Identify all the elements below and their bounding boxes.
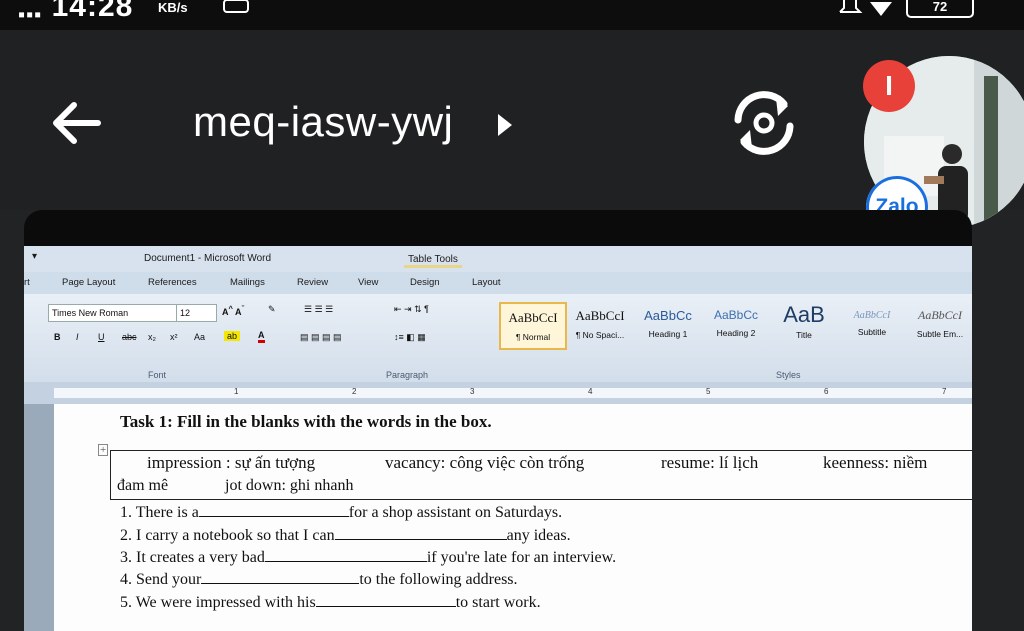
ruler-mark-4: 4 — [588, 387, 593, 396]
blank-3[interactable] — [264, 561, 427, 562]
question-4: 4. Send your to the following address. — [120, 571, 518, 588]
image-icon — [223, 0, 249, 13]
shared-screen: ▾ Document1 - Microsoft Word Table Tools… — [24, 210, 972, 631]
style-no-spacing[interactable]: AaBbCcI ¶ No Spaci... — [568, 302, 632, 346]
font-group-label: Font — [148, 370, 167, 380]
align-buttons[interactable]: ▤ ▤ ▤ ▤ — [300, 332, 342, 343]
switch-camera-icon[interactable] — [728, 90, 800, 156]
ruler-track — [54, 388, 972, 398]
window-title: Document1 - Microsoft Word — [144, 253, 272, 264]
notifications-off-icon — [839, 0, 863, 13]
ruler-mark-7: 7 — [942, 387, 947, 396]
style-subtle-emphasis[interactable]: AaBbCcI Subtle Em... — [908, 302, 972, 346]
table-tools-label: Table Tools — [404, 254, 462, 268]
ruler-mark-5: 5 — [706, 387, 711, 396]
ruler[interactable]: 1 2 3 4 5 6 7 — [24, 382, 972, 404]
blank-5[interactable] — [315, 606, 456, 607]
ruler-mark-1: 1 — [234, 387, 239, 396]
blank-4[interactable] — [201, 583, 360, 584]
question-2: 2. I carry a notebook so that I can any i… — [120, 527, 571, 544]
strikethrough-button[interactable]: abc — [122, 332, 137, 342]
quick-access-icon[interactable]: ▾ — [32, 251, 37, 262]
document-area: Task 1: Fill in the blanks with the word… — [24, 404, 972, 631]
style-heading-2[interactable]: AaBbCc Heading 2 — [704, 302, 768, 346]
tab-review[interactable]: Review — [297, 277, 328, 288]
back-arrow-icon[interactable] — [48, 95, 104, 151]
change-case-button[interactable]: Aa — [194, 332, 205, 342]
style-heading-1[interactable]: AaBbCc Heading 1 — [636, 302, 700, 346]
ribbon-tabs: rt Page Layout References Mailings Revie… — [24, 272, 972, 294]
blank-2[interactable] — [334, 539, 507, 540]
indent-icon[interactable]: ⇤ ⇥ ⇅ ¶ — [394, 304, 429, 315]
vocab-resume: resume: lí lịch — [661, 453, 759, 472]
italic-button[interactable]: I — [76, 332, 79, 342]
clear-format-icon[interactable]: ✎ — [268, 304, 276, 315]
battery-icon: 72 — [906, 0, 974, 18]
highlight-icon[interactable]: ab — [224, 331, 241, 341]
ruler-mark-6: 6 — [824, 387, 829, 396]
ruler-mark-3: 3 — [470, 387, 475, 396]
tab-mailings[interactable]: Mailings — [230, 277, 265, 288]
vocab-keenness: keenness: niềm — [823, 453, 928, 472]
font-name-value: Times New Roman — [52, 308, 129, 318]
grow-font-icon[interactable]: A^ Aˇ — [222, 304, 244, 317]
question-1: 1. There is a for a shop assistant on Sat… — [120, 504, 563, 521]
tab-insert[interactable]: rt — [24, 277, 30, 288]
style-title[interactable]: AaB Title — [772, 302, 836, 346]
meeting-code-title[interactable]: meq-iasw-ywj — [193, 98, 453, 146]
wifi-icon — [870, 2, 892, 16]
tab-design[interactable]: Design — [410, 277, 440, 288]
bullets-icon[interactable]: ☰ ☰ ☰ — [304, 304, 333, 315]
line-spacing-icon[interactable]: ↕≡ ◧ ▦ — [394, 332, 426, 343]
vocab-jot-down: jot down: ghi nhanh — [225, 477, 354, 494]
font-size-value: 12 — [180, 308, 191, 318]
font-size-box[interactable]: 12 — [176, 304, 217, 322]
participant-badge: I — [863, 60, 915, 112]
signal-time: ▪▪▪ 14:28 — [18, 0, 134, 26]
style-subtitle[interactable]: AaBbCcI Subtitle — [840, 302, 904, 346]
subscript-button[interactable]: x₂ — [148, 332, 156, 342]
question-5: 5. We were impressed with his to start wo… — [120, 594, 541, 611]
word-box-table[interactable]: impression : sự ấn tượng vacancy: công v… — [110, 450, 972, 500]
tab-page-layout[interactable]: Page Layout — [62, 277, 115, 288]
vocab-impression: impression : sự ấn tượng — [147, 453, 316, 472]
ruler-mark-2: 2 — [352, 387, 357, 396]
question-3: 3. It creates a very bad if you're late f… — [120, 549, 617, 566]
task-heading: Task 1: Fill in the blanks with the word… — [120, 412, 492, 431]
underline-button[interactable]: U — [98, 332, 105, 342]
bold-button[interactable]: B — [54, 332, 61, 342]
paragraph-group-label: Paragraph — [386, 370, 429, 380]
ribbon: Times New Roman 12 A^ Aˇ ✎ B I U abc x₂ … — [24, 294, 972, 382]
tab-view[interactable]: View — [358, 277, 378, 288]
battery-level: 72 — [932, 0, 948, 14]
document-page[interactable]: Task 1: Fill in the blanks with the word… — [54, 404, 972, 631]
blank-1[interactable] — [198, 516, 349, 517]
tab-layout[interactable]: Layout — [472, 277, 501, 288]
clock: 14:28 — [51, 0, 134, 23]
vocab-vacancy: vacancy: công việc còn trống — [385, 453, 585, 472]
tab-references[interactable]: References — [148, 277, 197, 288]
styles-group-label: Styles — [776, 370, 801, 380]
style-normal[interactable]: AaBbCcI ¶ Normal — [499, 302, 567, 350]
table-move-handle-icon[interactable]: + — [98, 444, 109, 456]
font-name-box[interactable]: Times New Roman — [48, 304, 177, 322]
status-bar: ▪▪▪ 14:28 KB/s 72 — [0, 0, 1024, 30]
vocab-keenness-cont: đam mê — [117, 477, 169, 494]
word-titlebar: ▾ Document1 - Microsoft Word Table Tools — [24, 246, 972, 272]
superscript-button[interactable]: x² — [170, 332, 178, 342]
font-color-icon[interactable]: A — [258, 330, 265, 343]
expand-triangle-icon[interactable] — [496, 112, 514, 138]
network-speed-unit: KB/s — [158, 0, 188, 15]
signal-icon: ▪▪▪ — [18, 4, 43, 26]
